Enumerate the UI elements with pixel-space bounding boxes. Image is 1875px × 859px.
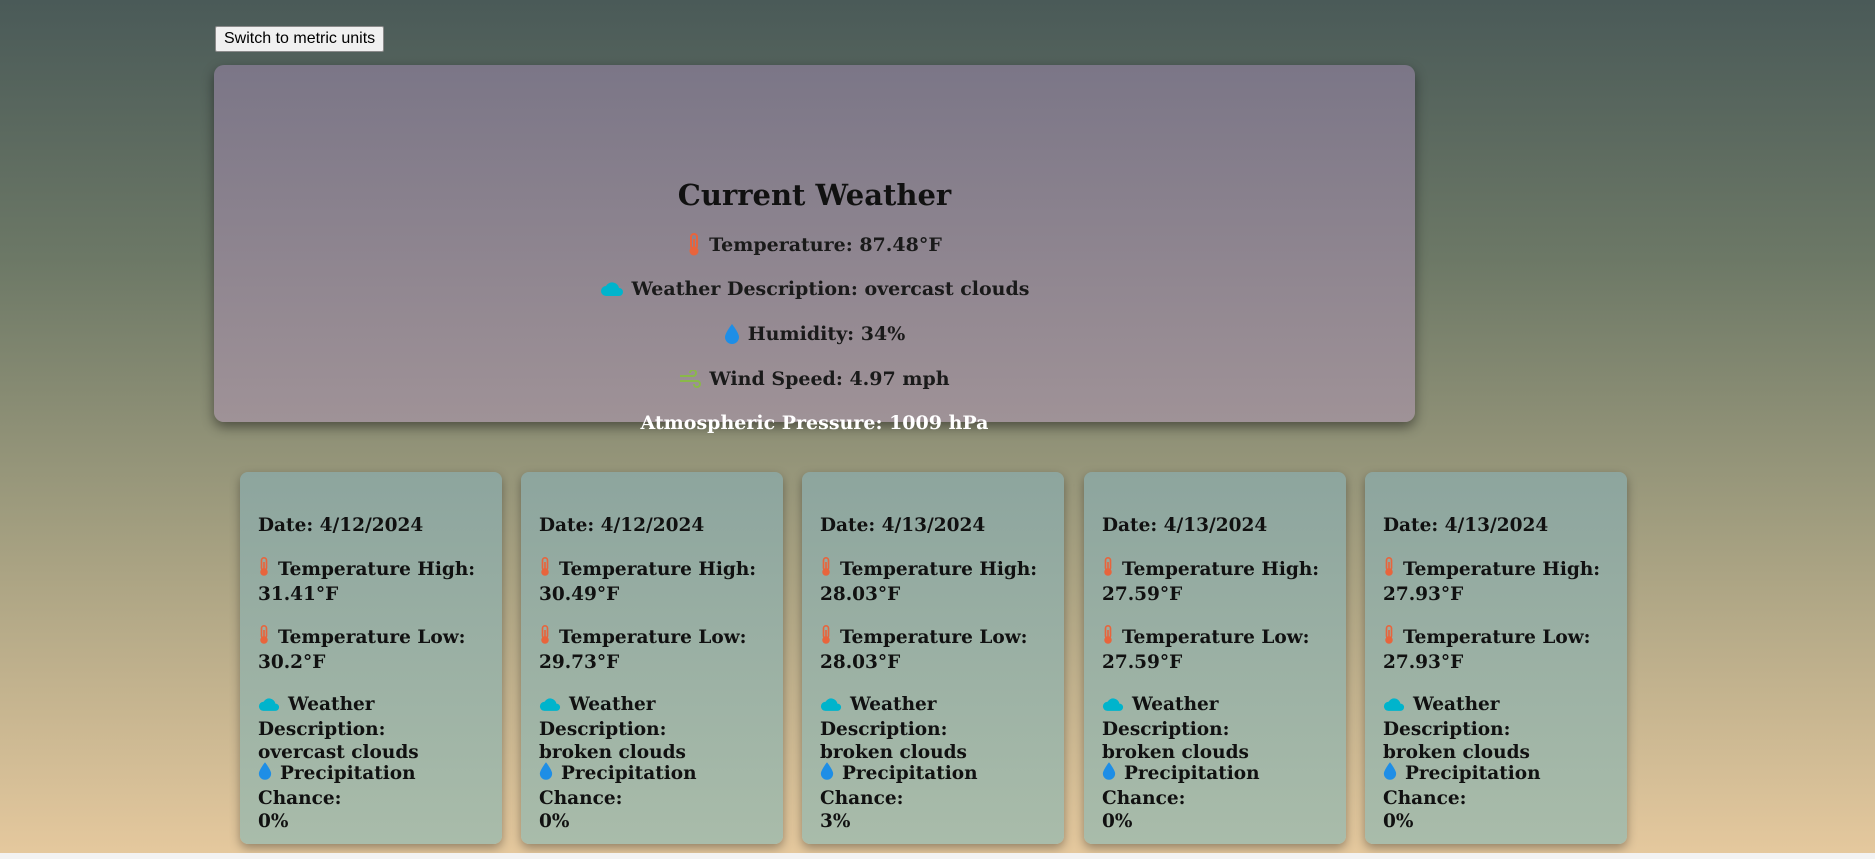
- droplet-icon: [820, 761, 834, 787]
- forecast-date: Date: 4/12/2024: [539, 515, 705, 536]
- thermometer-icon: [820, 557, 832, 583]
- current-temperature: Temperature: 87.48°F: [214, 233, 1415, 257]
- forecast-low: Temperature Low: 27.59°F: [1102, 625, 1338, 674]
- forecast-low-value: 29.73°F: [539, 652, 620, 673]
- forecast-low-value: 27.59°F: [1102, 652, 1183, 673]
- forecast-description: Weather Description: broken clouds: [1383, 693, 1619, 764]
- forecast-date: Date: 4/13/2024: [820, 515, 986, 536]
- forecast-high: Temperature High: 27.59°F: [1102, 557, 1338, 606]
- forecast-low-value: 30.2°F: [258, 652, 326, 673]
- forecast-date: Date: 4/12/2024: [258, 515, 424, 536]
- current-description-text: Weather Description: overcast clouds: [631, 278, 1030, 300]
- current-description: Weather Description: overcast clouds: [214, 278, 1415, 300]
- thermometer-icon: [539, 557, 551, 583]
- current-pressure-text: Atmospheric Pressure: 1009 hPa: [640, 412, 989, 434]
- forecast-precipitation-value: 0%: [1383, 811, 1414, 832]
- forecast-high-label: Temperature High:: [278, 559, 476, 580]
- forecast-high: Temperature High: 28.03°F: [820, 557, 1056, 606]
- wind-icon: [679, 370, 702, 388]
- forecast-precipitation: Precipitation Chance: 0%: [1102, 761, 1338, 833]
- thermometer-icon: [258, 625, 270, 651]
- current-wind: Wind Speed: 4.97 mph: [214, 368, 1415, 390]
- forecast-low: Temperature Low: 29.73°F: [539, 625, 775, 674]
- forecast-low: Temperature Low: 30.2°F: [258, 625, 494, 674]
- forecast-description: Weather Description: broken clouds: [1102, 693, 1338, 764]
- current-weather-panel: Current Weather Temperature: 87.48°F Wea…: [214, 65, 1415, 434]
- forecast-low: Temperature Low: 28.03°F: [820, 625, 1056, 674]
- forecast-precipitation-value: 0%: [258, 811, 289, 832]
- thermometer-icon: [1383, 625, 1395, 651]
- forecast-high: Temperature High: 30.49°F: [539, 557, 775, 606]
- forecast-precipitation-label: Precipitation Chance:: [539, 763, 697, 809]
- forecast-precipitation-value: 3%: [820, 811, 851, 832]
- cloud-icon: [1383, 695, 1405, 718]
- forecast-high-label: Temperature High:: [559, 559, 757, 580]
- thermometer-icon: [1102, 625, 1114, 651]
- current-temperature-text: Temperature: 87.48°F: [709, 234, 942, 256]
- current-humidity: Humidity: 34%: [214, 323, 1415, 345]
- forecast-card: Date: 4/13/2024 Temperature High: 27.93°…: [1365, 472, 1627, 844]
- forecast-high-label: Temperature High:: [1403, 559, 1601, 580]
- forecast-precipitation-label: Precipitation Chance:: [1102, 763, 1260, 809]
- forecast-low-label: Temperature Low:: [1403, 627, 1591, 648]
- forecast-low-value: 27.93°F: [1383, 652, 1464, 673]
- forecast-high-value: 27.93°F: [1383, 584, 1464, 605]
- forecast-precipitation-value: 0%: [1102, 811, 1133, 832]
- page-bottom-edge: [0, 853, 1875, 859]
- forecast-card: Date: 4/12/2024 Temperature High: 30.49°…: [521, 472, 783, 844]
- forecast-high-label: Temperature High:: [840, 559, 1038, 580]
- current-humidity-text: Humidity: 34%: [747, 323, 906, 345]
- thermometer-icon: [539, 625, 551, 651]
- forecast-low-label: Temperature Low:: [1122, 627, 1310, 648]
- thermometer-icon: [687, 233, 701, 257]
- cloud-icon: [600, 281, 624, 297]
- current-wind-text: Wind Speed: 4.97 mph: [709, 368, 950, 390]
- current-weather-title: Current Weather: [677, 178, 952, 212]
- cloud-icon: [258, 695, 280, 718]
- forecast-low: Temperature Low: 27.93°F: [1383, 625, 1619, 674]
- thermometer-icon: [1102, 557, 1114, 583]
- droplet-icon: [539, 761, 553, 787]
- forecast-high-value: 27.59°F: [1102, 584, 1183, 605]
- current-pressure: Atmospheric Pressure: 1009 hPa: [214, 412, 1415, 434]
- forecast-high-value: 28.03°F: [820, 584, 901, 605]
- forecast-precipitation: Precipitation Chance: 0%: [1383, 761, 1619, 833]
- forecast-precipitation-value: 0%: [539, 811, 570, 832]
- forecast-description: Weather Description: broken clouds: [539, 693, 775, 764]
- forecast-low-label: Temperature Low:: [278, 627, 466, 648]
- forecast-description: Weather Description: broken clouds: [820, 693, 1056, 764]
- forecast-high: Temperature High: 31.41°F: [258, 557, 494, 606]
- droplet-icon: [1102, 761, 1116, 787]
- forecast-precipitation: Precipitation Chance: 3%: [820, 761, 1056, 833]
- thermometer-icon: [258, 557, 270, 583]
- forecast-date: Date: 4/13/2024: [1102, 515, 1268, 536]
- forecast-precipitation-label: Precipitation Chance:: [258, 763, 416, 809]
- thermometer-icon: [1383, 557, 1395, 583]
- cloud-icon: [820, 695, 842, 718]
- forecast-high: Temperature High: 27.93°F: [1383, 557, 1619, 606]
- forecast-high-label: Temperature High:: [1122, 559, 1320, 580]
- droplet-icon: [258, 761, 272, 787]
- cloud-icon: [539, 695, 561, 718]
- thermometer-icon: [820, 625, 832, 651]
- forecast-low-value: 28.03°F: [820, 652, 901, 673]
- switch-units-button[interactable]: Switch to metric units: [215, 26, 385, 52]
- forecast-precipitation: Precipitation Chance: 0%: [539, 761, 775, 833]
- forecast-precipitation-label: Precipitation Chance:: [1383, 763, 1541, 809]
- forecast-precipitation: Precipitation Chance: 0%: [258, 761, 494, 833]
- droplet-icon: [724, 323, 740, 345]
- forecast-high-value: 30.49°F: [539, 584, 620, 605]
- forecast-card: Date: 4/12/2024 Temperature High: 31.41°…: [240, 472, 502, 844]
- forecast-low-label: Temperature Low:: [840, 627, 1028, 648]
- droplet-icon: [1383, 761, 1397, 787]
- forecast-card: Date: 4/13/2024 Temperature High: 28.03°…: [802, 472, 1064, 844]
- cloud-icon: [1102, 695, 1124, 718]
- forecast-high-value: 31.41°F: [258, 584, 339, 605]
- forecast-description: Weather Description: overcast clouds: [258, 693, 494, 764]
- forecast-date: Date: 4/13/2024: [1383, 515, 1549, 536]
- forecast-precipitation-label: Precipitation Chance:: [820, 763, 978, 809]
- forecast-low-label: Temperature Low:: [559, 627, 747, 648]
- forecast-card: Date: 4/13/2024 Temperature High: 27.59°…: [1084, 472, 1346, 844]
